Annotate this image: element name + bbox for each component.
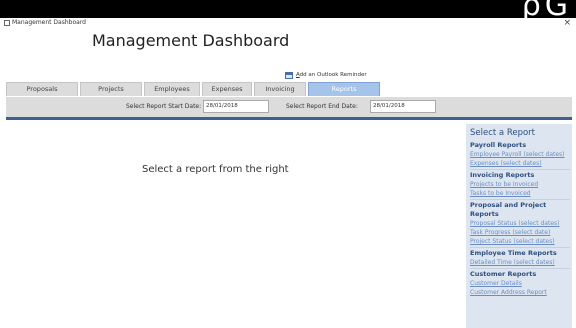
- section-separator: [470, 169, 570, 170]
- tab-reports[interactable]: Reports: [308, 82, 380, 96]
- report-link-task-progress[interactable]: Task Progress (select date): [470, 228, 572, 237]
- form-icon: [4, 20, 10, 26]
- end-date-label: Select Report End Date:: [286, 103, 358, 110]
- section-customer-reports: Customer Reports Customer Details Custom…: [470, 270, 572, 297]
- section-separator: [470, 199, 570, 200]
- header-divider: [6, 117, 572, 120]
- outlook-reminder-link[interactable]: Add an Outlook Reminder: [285, 70, 367, 80]
- section-employee-time-reports: Employee Time Reports Detailed Time (sel…: [470, 249, 572, 267]
- report-link-proposal-status[interactable]: Proposal Status (select dates): [470, 219, 572, 228]
- report-panel-title: Select a Report: [470, 128, 536, 138]
- report-link-customer-address[interactable]: Customer Address Report: [470, 288, 572, 297]
- window-titlebar: Management Dashboard ×: [0, 18, 576, 30]
- section-heading: Invoicing Reports: [470, 171, 535, 179]
- start-date-label: Select Report Start Date:: [126, 103, 202, 110]
- page-title: Management Dashboard: [92, 31, 290, 50]
- section-invoicing-reports: Invoicing Reports Projects to be Invoice…: [470, 171, 572, 198]
- report-link-tasks-to-be-invoiced[interactable]: Tasks to be Invoiced: [470, 189, 572, 198]
- reminder-label: Add an Outlook Reminder: [296, 72, 367, 78]
- cropped-text-fragment: ρG: [521, 0, 572, 18]
- section-proposal-project-reports: Proposal and Project Reports Proposal St…: [470, 201, 572, 246]
- top-black-bar: ρG: [0, 0, 576, 18]
- section-heading: Payroll Reports: [470, 141, 527, 149]
- tab-invoicing[interactable]: Invoicing: [254, 82, 306, 96]
- date-filter-bar: Select Report Start Date: 28/01/2018 Sel…: [6, 97, 572, 117]
- report-link-employee-payroll[interactable]: Employee Payroll (select dates): [470, 150, 572, 159]
- report-link-customer-details[interactable]: Customer Details: [470, 279, 572, 288]
- section-separator: [470, 268, 570, 269]
- main-placeholder-message: Select a report from the right: [142, 164, 289, 175]
- tab-proposals[interactable]: Proposals: [6, 82, 78, 96]
- end-date-input[interactable]: 28/01/2018: [370, 100, 436, 113]
- report-link-projects-to-be-invoiced[interactable]: Projects to be Invoiced: [470, 180, 572, 189]
- report-panel: Select a Report Payroll Reports Employee…: [466, 124, 572, 328]
- tab-expenses[interactable]: Expenses: [202, 82, 252, 96]
- tab-employees[interactable]: Employees: [144, 82, 200, 96]
- section-heading: Employee Time Reports: [470, 249, 557, 257]
- report-link-project-status[interactable]: Project Status (select dates): [470, 237, 572, 246]
- section-payroll-reports: Payroll Reports Employee Payroll (select…: [470, 141, 572, 168]
- start-date-input[interactable]: 28/01/2018: [203, 100, 269, 113]
- calendar-icon: [285, 71, 293, 79]
- window-title: Management Dashboard: [12, 19, 86, 26]
- close-icon[interactable]: ×: [563, 17, 571, 29]
- section-separator: [470, 247, 570, 248]
- tab-projects[interactable]: Projects: [80, 82, 142, 96]
- report-link-expenses[interactable]: Expenses (select dates): [470, 159, 572, 168]
- section-heading: Customer Reports: [470, 270, 537, 278]
- report-link-detailed-time[interactable]: Detailed Time (select dates): [470, 258, 572, 267]
- tab-bar: Proposals Projects Employees Expenses In…: [6, 82, 382, 96]
- section-heading: Proposal and Project Reports: [470, 201, 547, 218]
